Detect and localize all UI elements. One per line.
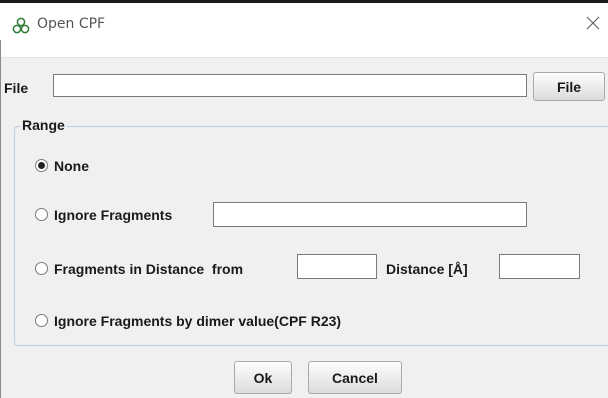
radio-ignore-by-dimer[interactable] <box>35 314 48 327</box>
file-path-input[interactable] <box>53 74 527 97</box>
ignore-fragments-input[interactable] <box>213 202 527 227</box>
option-none-label[interactable]: None <box>54 158 89 174</box>
range-legend: Range <box>20 117 67 133</box>
option-ignore-by-dimer-label[interactable]: Ignore Fragments by dimer value(CPF R23) <box>54 313 341 329</box>
radio-none[interactable] <box>35 159 48 172</box>
title-separator <box>1 57 608 58</box>
cancel-button[interactable]: Cancel <box>308 361 402 394</box>
file-label: File <box>4 80 29 96</box>
option-fragments-in-distance-label[interactable]: Fragments in Distance from <box>54 261 243 277</box>
distance-value-input[interactable] <box>499 254 580 279</box>
ok-button[interactable]: Ok <box>234 361 292 394</box>
title-bar[interactable]: Open CPF <box>0 3 608 40</box>
radio-selected-dot <box>38 162 45 169</box>
option-ignore-fragments-label[interactable]: Ignore Fragments <box>54 207 172 223</box>
window-title: Open CPF <box>37 16 106 32</box>
distance-from-input[interactable] <box>297 254 377 279</box>
distance-label: Distance [Å] <box>386 261 468 277</box>
radio-fragments-in-distance[interactable] <box>35 262 48 275</box>
close-icon[interactable] <box>584 14 602 32</box>
molecule-icon <box>12 17 30 34</box>
file-browse-button[interactable]: File <box>533 72 605 101</box>
radio-ignore-fragments[interactable] <box>35 208 48 221</box>
